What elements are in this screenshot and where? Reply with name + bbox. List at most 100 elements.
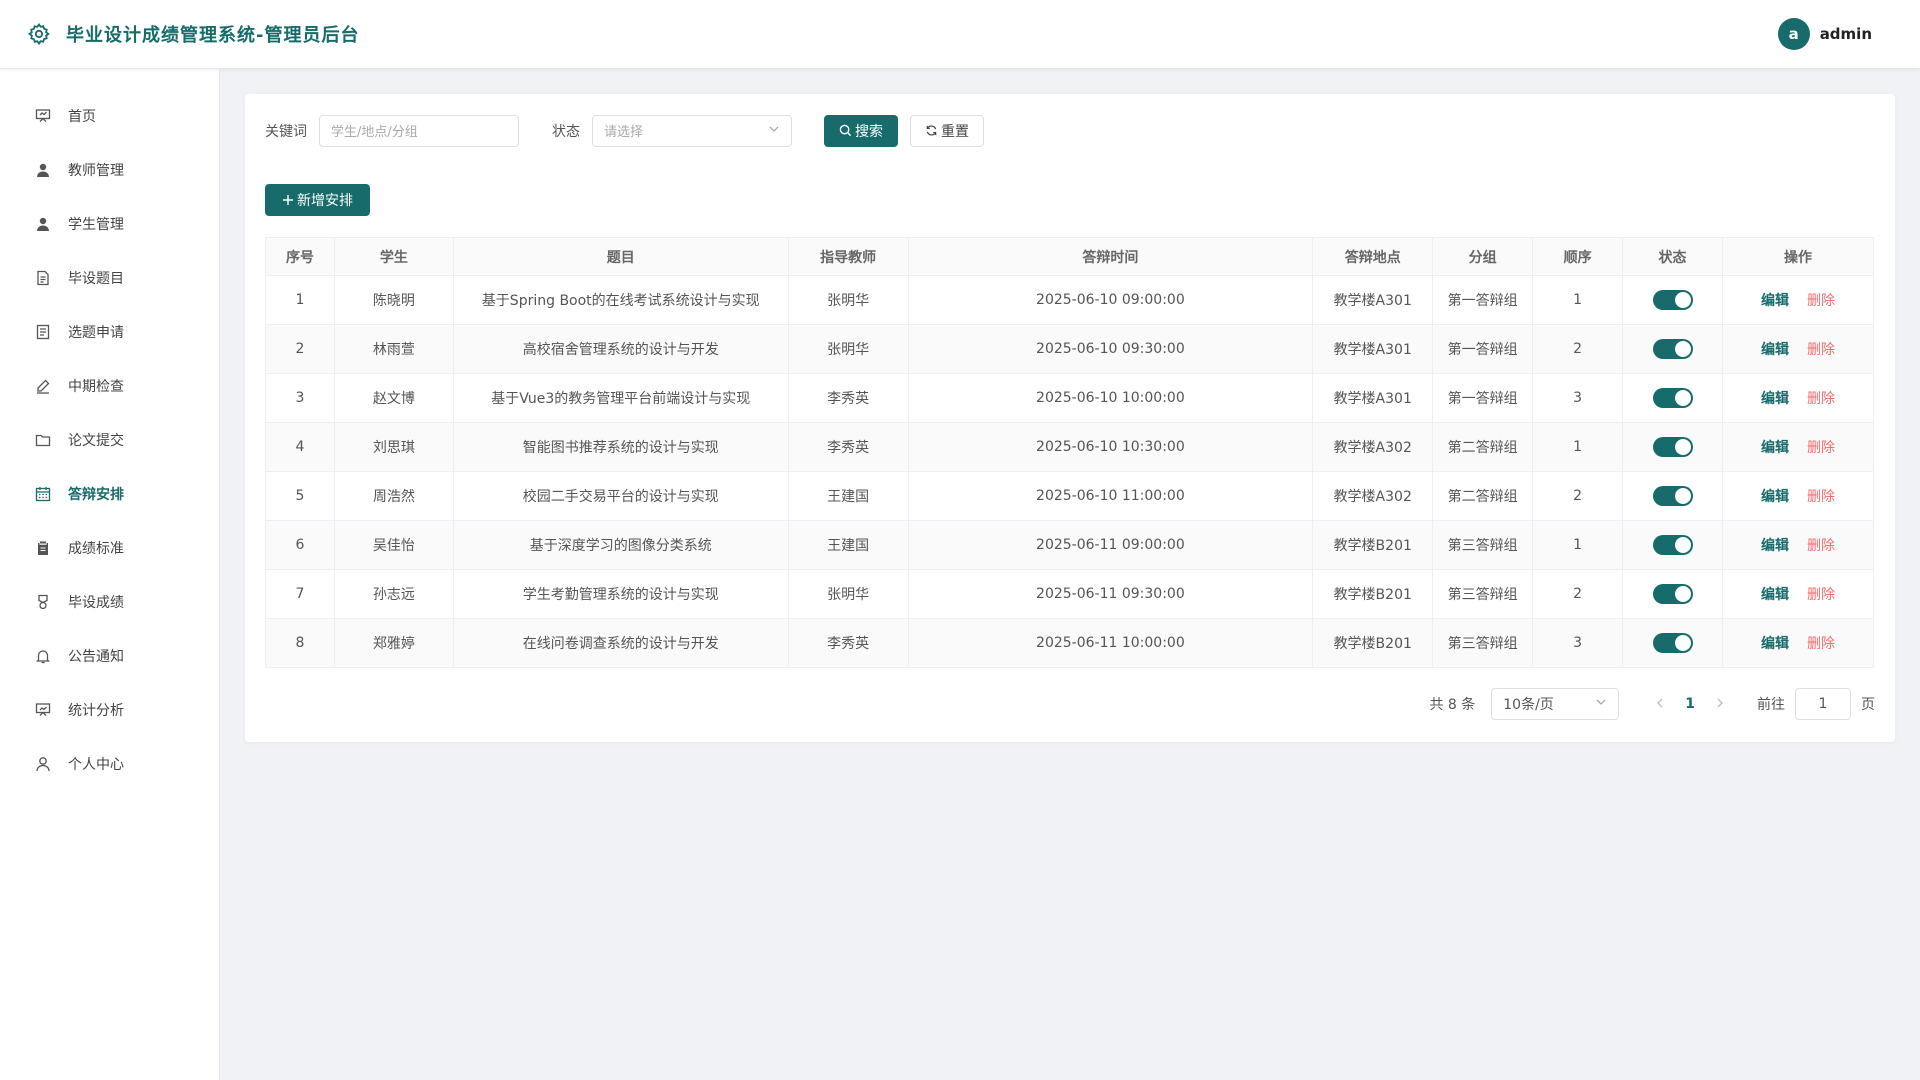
cell-actions: 编辑 删除 <box>1722 373 1874 423</box>
delete-link[interactable]: 删除 <box>1807 538 1835 554</box>
add-arrangement-button[interactable]: 新增安排 <box>265 184 370 216</box>
delete-link[interactable]: 删除 <box>1807 293 1835 309</box>
delete-link[interactable]: 删除 <box>1807 440 1835 456</box>
cell-student: 吴佳怡 <box>333 520 454 570</box>
status-select[interactable]: 请选择 <box>592 114 792 147</box>
cell-teacher: 李秀英 <box>787 618 909 668</box>
cell-status <box>1622 373 1723 423</box>
chevron-down-icon <box>1595 696 1607 712</box>
delete-link[interactable]: 删除 <box>1807 636 1835 652</box>
page-number-current[interactable]: 1 <box>1685 696 1695 712</box>
sidebar-item-4[interactable]: 毕设题目 <box>0 251 219 305</box>
status-toggle[interactable] <box>1652 339 1693 359</box>
prev-page-icon[interactable] <box>1655 696 1665 712</box>
sidebar-item-1[interactable]: 首页 <box>0 89 219 143</box>
reset-button[interactable]: 重置 <box>910 114 984 147</box>
search-button-label: 搜索 <box>855 123 883 140</box>
cell-teacher: 张明华 <box>787 275 909 325</box>
sidebar-item-3[interactable]: 学生管理 <box>0 197 219 251</box>
cell-order: 3 <box>1532 373 1624 423</box>
status-toggle[interactable] <box>1652 388 1693 408</box>
page-size-select[interactable]: 10条/页 <box>1491 688 1620 720</box>
cell-group: 第一答辩组 <box>1432 324 1534 374</box>
sidebar-item-label: 教师管理 <box>68 163 124 179</box>
goto-label: 前往 <box>1757 697 1785 713</box>
cell-status <box>1622 471 1723 521</box>
clipboard-icon <box>34 539 52 557</box>
cell-time: 2025-06-10 11:00:00 <box>907 471 1314 521</box>
delete-link[interactable]: 删除 <box>1807 342 1835 358</box>
chart-board-icon <box>34 701 52 719</box>
page-size-value: 10条/页 <box>1503 697 1554 713</box>
cell-student: 赵文博 <box>333 373 454 423</box>
table-row: 8 郑雅婷 在线问卷调查系统的设计与开发 李秀英 2025-06-11 10:00:00… <box>265 618 1874 668</box>
sidebar-item-12[interactable]: 统计分析 <box>0 683 219 737</box>
delete-link[interactable]: 删除 <box>1807 587 1835 603</box>
sidebar-item-13[interactable]: 个人中心 <box>0 737 219 791</box>
user-menu[interactable]: a admin <box>1777 18 1872 50</box>
edit-link[interactable]: 编辑 <box>1761 636 1789 652</box>
main-panel: 关键词 学生/地点/分组 状态 请选择 搜索 重置 新增安排 序号 学生 题目 … <box>245 94 1895 742</box>
cell-order: 1 <box>1532 422 1624 472</box>
sidebar-item-5[interactable]: 选题申请 <box>0 305 219 359</box>
goto-page-value: 1 <box>1818 696 1828 712</box>
avatar[interactable]: a <box>1777 18 1810 50</box>
edit-link[interactable]: 编辑 <box>1761 587 1789 603</box>
column-header: 序号 <box>265 237 335 276</box>
username[interactable]: admin <box>1820 25 1872 43</box>
delete-link[interactable]: 删除 <box>1807 391 1835 407</box>
status-toggle[interactable] <box>1652 290 1693 310</box>
cell-time: 2025-06-11 09:30:00 <box>907 569 1314 619</box>
sidebar-item-7[interactable]: 论文提交 <box>0 413 219 467</box>
cell-order: 1 <box>1532 520 1624 570</box>
sidebar-item-label: 毕设题目 <box>68 271 124 287</box>
status-label: 状态 <box>552 123 580 140</box>
pagination: 共 8 条 10条/页 1 前往 1 页 <box>1429 688 1875 720</box>
search-button[interactable]: 搜索 <box>824 114 898 147</box>
sidebar-item-10[interactable]: 毕设成绩 <box>0 575 219 629</box>
edit-link[interactable]: 编辑 <box>1761 293 1789 309</box>
goto-page-input[interactable]: 1 <box>1795 688 1851 720</box>
status-toggle[interactable] <box>1652 535 1693 555</box>
cell-order: 2 <box>1532 471 1624 521</box>
sidebar-item-11[interactable]: 公告通知 <box>0 629 219 683</box>
bell-icon <box>34 647 52 665</box>
cell-status <box>1622 275 1723 325</box>
defense-schedule-table: 序号 学生 题目 指导教师 答辩时间 答辩地点 分组 顺序 状态 操作 1 陈晓明 基于Spring … <box>265 237 1874 668</box>
keyword-placeholder: 学生/地点/分组 <box>331 125 418 140</box>
sidebar: 首页教师管理学生管理毕设题目选题申请中期检查论文提交 答辩安排 成绩标准 毕设成绩 公告… <box>0 69 220 1080</box>
edit-link[interactable]: 编辑 <box>1761 440 1789 456</box>
status-toggle[interactable] <box>1652 633 1693 653</box>
cell-student: 周浩然 <box>333 471 454 521</box>
sidebar-item-label: 中期检查 <box>68 379 124 395</box>
next-page-icon[interactable] <box>1715 696 1725 712</box>
keyword-input[interactable]: 学生/地点/分组 <box>319 114 519 147</box>
table-row: 4 刘思琪 智能图书推荐系统的设计与实现 李秀英 2025-06-10 10:30:00… <box>265 422 1874 472</box>
cell-no: 1 <box>265 275 335 325</box>
cell-place: 教学楼A302 <box>1312 471 1434 521</box>
cell-order: 3 <box>1532 618 1624 668</box>
cell-group: 第一答辩组 <box>1432 373 1534 423</box>
person-outline-icon <box>34 755 52 773</box>
edit-link[interactable]: 编辑 <box>1761 538 1789 554</box>
cell-actions: 编辑 删除 <box>1722 520 1874 570</box>
delete-link[interactable]: 删除 <box>1807 489 1835 505</box>
document-icon <box>34 269 52 287</box>
status-toggle[interactable] <box>1652 486 1693 506</box>
edit-link[interactable]: 编辑 <box>1761 489 1789 505</box>
column-header: 顺序 <box>1532 237 1624 276</box>
cell-actions: 编辑 删除 <box>1722 471 1874 521</box>
status-toggle[interactable] <box>1652 584 1693 604</box>
edit-link[interactable]: 编辑 <box>1761 391 1789 407</box>
user-icon <box>34 161 52 179</box>
sidebar-item-6[interactable]: 中期检查 <box>0 359 219 413</box>
sidebar-item-9[interactable]: 成绩标准 <box>0 521 219 575</box>
cell-group: 第三答辩组 <box>1432 520 1534 570</box>
document-list-icon <box>34 323 52 341</box>
edit-link[interactable]: 编辑 <box>1761 342 1789 358</box>
sidebar-item-8[interactable]: 答辩安排 <box>0 467 219 521</box>
sidebar-item-2[interactable]: 教师管理 <box>0 143 219 197</box>
calendar-icon <box>34 485 52 503</box>
cell-no: 7 <box>265 569 335 619</box>
status-toggle[interactable] <box>1652 437 1693 457</box>
